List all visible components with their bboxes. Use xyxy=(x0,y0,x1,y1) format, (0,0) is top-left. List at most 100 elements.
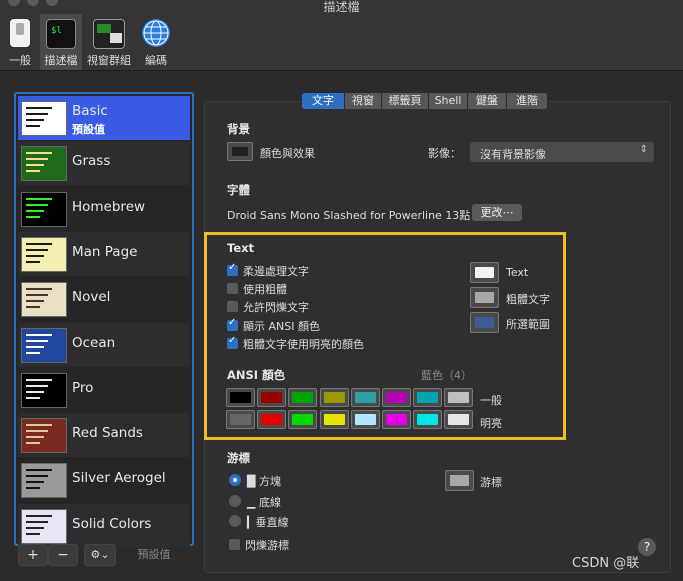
image-label: 影像： xyxy=(428,147,461,160)
toolbar-encodings[interactable]: 編碼 xyxy=(138,14,174,70)
profile-name: Pro xyxy=(72,379,94,396)
ansi-bright-swatch[interactable] xyxy=(226,410,255,429)
profile-item[interactable]: Grass xyxy=(18,141,190,186)
text-option-label: 柔邊處理文字 xyxy=(243,265,309,278)
profile-name: Red Sands xyxy=(72,425,143,442)
text-option-checkbox[interactable] xyxy=(227,301,238,313)
text-option-checkbox[interactable] xyxy=(227,262,238,276)
toolbar-general[interactable]: 一般 xyxy=(2,14,38,70)
ansi-normal-swatch[interactable] xyxy=(350,388,380,407)
profile-item[interactable]: Silver Aerogel xyxy=(18,458,190,502)
blink-cursor-label: 閃爍游標 xyxy=(245,539,289,552)
cursor-heading: 游標 xyxy=(227,451,250,465)
tab-1[interactable]: 視窗 xyxy=(345,93,382,109)
tab-5[interactable]: 進階 xyxy=(507,93,548,109)
background-image-select[interactable]: 沒有背景影像 ⇕ xyxy=(470,142,654,162)
ansi-selected-hint: 藍色（4） xyxy=(421,369,472,382)
profile-thumbnail xyxy=(21,191,67,227)
font-value: Droid Sans Mono Slashed for Powerline 13… xyxy=(227,209,471,222)
profile-thumbnail xyxy=(21,372,67,408)
text-option-checkbox[interactable] xyxy=(227,283,238,295)
text-option-label: 允許閃爍文字 xyxy=(243,301,309,315)
text-option-checkbox[interactable] xyxy=(227,335,238,349)
profile-thumbnail xyxy=(21,282,67,318)
profile-item[interactable]: Novel xyxy=(18,277,190,321)
title-bar: 描述檔 xyxy=(0,0,683,14)
toolbar-label: 視窗群組 xyxy=(87,54,131,67)
gear-icon[interactable]: ⚙︎⌄ xyxy=(84,544,116,566)
profile-thumbnail xyxy=(21,327,67,363)
ansi-normal-swatch[interactable] xyxy=(413,388,443,407)
ansi-bright-swatch[interactable] xyxy=(350,410,380,429)
add-profile-button[interactable]: + xyxy=(18,544,48,566)
blink-cursor-checkbox[interactable] xyxy=(229,539,240,550)
toolbar-window-groups[interactable]: 視窗群組 xyxy=(84,14,134,70)
ansi-normal-swatch[interactable] xyxy=(444,388,474,407)
ansi-normal-swatch[interactable] xyxy=(288,388,318,407)
background-color-label: 顏色與效果 xyxy=(260,147,315,160)
text-option-label: 使用粗體 xyxy=(243,283,287,297)
background-color-swatch[interactable] xyxy=(227,142,253,161)
profile-name: Silver Aerogel xyxy=(72,470,166,487)
tab-0[interactable]: 文字 xyxy=(302,93,345,109)
text-heading: Text xyxy=(227,241,255,255)
cursor-style-radio[interactable] xyxy=(229,494,241,507)
tab-2[interactable]: 標籤頁 xyxy=(382,93,429,109)
profile-thumbnail xyxy=(21,236,67,272)
ansi-bright-swatch[interactable] xyxy=(444,410,474,429)
text-color-label: 粗體文字 xyxy=(506,293,550,306)
text-option-checkbox[interactable] xyxy=(227,317,238,331)
set-default-button[interactable]: 預設值 xyxy=(120,544,188,566)
profile-item[interactable]: Man Page xyxy=(18,231,190,276)
cursor-style-label: ▁ 底線 xyxy=(247,495,281,509)
profile-thumbnail xyxy=(21,463,67,499)
profile-default-badge: 預設值 xyxy=(72,123,105,136)
remove-profile-button[interactable]: − xyxy=(48,544,78,566)
toolbar-profiles[interactable]: $l 描述檔 xyxy=(40,14,82,70)
ansi-normal-swatch[interactable] xyxy=(257,388,287,407)
ansi-bright-swatch[interactable] xyxy=(413,410,443,429)
text-color-label: Text xyxy=(506,266,529,279)
ansi-heading: ANSI 顏色 xyxy=(227,368,286,382)
cursor-style-label: ▎垂直線 xyxy=(247,516,289,529)
ansi-normal-swatch[interactable] xyxy=(382,388,411,407)
cursor-color-swatch[interactable] xyxy=(445,470,474,491)
toolbar-label: 描述檔 xyxy=(44,54,78,67)
toolbar-label: 一般 xyxy=(9,54,31,67)
profile-name: Novel xyxy=(72,289,111,306)
profile-item[interactable]: Red Sands xyxy=(18,413,190,458)
watermark: CSDN @联 xyxy=(572,556,640,571)
cursor-style-radio[interactable] xyxy=(229,515,241,527)
text-color-swatch[interactable] xyxy=(470,312,499,333)
window-title: 描述檔 xyxy=(323,0,360,14)
ansi-bright-swatch[interactable] xyxy=(382,410,411,429)
background-image-value: 沒有背景影像 xyxy=(480,148,546,161)
text-color-swatch[interactable] xyxy=(470,287,499,308)
profile-item[interactable]: Ocean xyxy=(18,322,190,367)
tab-3[interactable]: Shell xyxy=(429,93,468,109)
cursor-style-radio[interactable] xyxy=(229,474,241,486)
ansi-bright-swatch[interactable] xyxy=(288,410,318,429)
profile-name: Homebrew xyxy=(72,198,146,215)
tab-4[interactable]: 鍵盤 xyxy=(468,93,507,109)
ansi-normal-swatch[interactable] xyxy=(226,388,255,407)
profile-name: Ocean xyxy=(72,334,116,351)
text-color-swatch[interactable] xyxy=(470,262,499,283)
help-button[interactable]: ? xyxy=(638,538,656,556)
text-option-label: 顯示 ANSI 顏色 xyxy=(243,319,320,333)
profile-list[interactable]: Basic 預設值 Grass Homebrew Man Page Novel Ocean P… xyxy=(14,92,194,548)
windows-icon xyxy=(93,19,125,49)
cursor-color-label: 游標 xyxy=(480,476,502,489)
profile-item[interactable]: Pro xyxy=(18,368,190,412)
profile-thumbnail xyxy=(21,101,67,136)
ansi-bright-swatch[interactable] xyxy=(257,410,287,429)
change-font-button[interactable]: 更改⋯ xyxy=(472,204,522,221)
font-heading: 字體 xyxy=(227,183,250,197)
ansi-normal-swatch[interactable] xyxy=(319,388,349,407)
profile-item[interactable]: Homebrew xyxy=(18,187,190,231)
ansi-normal-label: 一般 xyxy=(480,394,502,407)
profile-item[interactable]: Basic 預設值 xyxy=(18,96,190,140)
ansi-bright-swatch[interactable] xyxy=(319,410,349,429)
toolbar-label: 編碼 xyxy=(145,54,167,67)
profile-item[interactable]: Solid Colors xyxy=(18,503,190,548)
